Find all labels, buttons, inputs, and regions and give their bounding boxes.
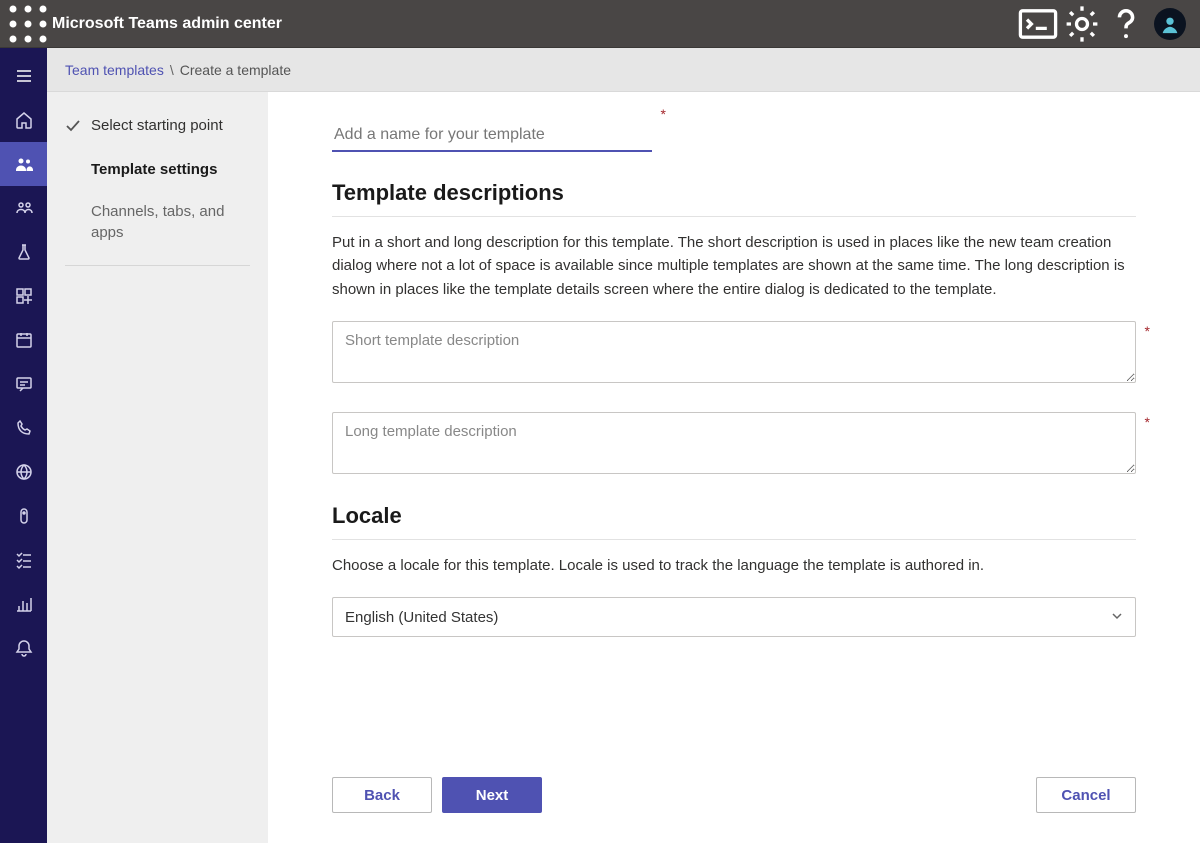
breadcrumb-parent-link[interactable]: Team templates	[65, 62, 164, 78]
next-button[interactable]: Next	[442, 777, 542, 813]
flask-icon	[14, 242, 34, 262]
account-avatar[interactable]	[1154, 8, 1186, 40]
nav-meetings[interactable]	[0, 318, 47, 362]
long-description-input[interactable]	[332, 412, 1136, 474]
form-panel: * Template descriptions Put in a short a…	[268, 92, 1200, 843]
locale-select[interactable]: English (United States)	[332, 597, 1136, 637]
chevron-down-icon	[1111, 609, 1123, 626]
steps-divider	[65, 265, 250, 266]
console-icon	[1016, 2, 1060, 46]
breadcrumb-separator: \	[170, 62, 174, 78]
avatar-icon	[1159, 13, 1181, 35]
settings-button[interactable]	[1060, 0, 1104, 48]
step-label: Channels, tabs, and apps	[91, 202, 250, 243]
descriptions-help-text: Put in a short and long description for …	[332, 231, 1132, 301]
waffle-icon	[8, 4, 48, 44]
locale-selected-value: English (United States)	[345, 609, 498, 626]
menu-icon	[14, 66, 34, 86]
step-label: Select starting point	[91, 116, 223, 136]
required-marker: *	[1145, 414, 1150, 430]
template-name-input[interactable]	[332, 120, 652, 152]
steps-sidebar: Select starting point Template settings …	[47, 92, 268, 843]
section-divider	[332, 539, 1136, 540]
nav-locations[interactable]	[0, 450, 47, 494]
users-icon	[14, 198, 34, 218]
wizard-footer: Back Next Cancel	[332, 753, 1136, 843]
phone-icon	[14, 418, 34, 438]
nav-devices[interactable]	[0, 230, 47, 274]
step-label: Template settings	[91, 160, 217, 180]
apps-icon	[14, 286, 34, 306]
gear-icon	[1060, 2, 1104, 46]
top-bar: Microsoft Teams admin center	[0, 0, 1200, 48]
nav-policy[interactable]	[0, 494, 47, 538]
step-select-starting-point[interactable]: Select starting point	[65, 116, 250, 138]
short-description-input[interactable]	[332, 321, 1136, 383]
check-icon	[65, 118, 81, 138]
nav-users[interactable]	[0, 186, 47, 230]
help-button[interactable]	[1104, 0, 1148, 48]
nav-analytics[interactable]	[0, 582, 47, 626]
nav-voice[interactable]	[0, 406, 47, 450]
section-divider	[332, 216, 1136, 217]
calendar-icon	[14, 330, 34, 350]
breadcrumb-current: Create a template	[180, 62, 291, 78]
analytics-icon	[14, 594, 34, 614]
descriptions-heading: Template descriptions	[332, 180, 1136, 206]
nav-apps[interactable]	[0, 274, 47, 318]
main-area: Team templates \ Create a template Selec…	[47, 48, 1200, 843]
step-template-settings[interactable]: Template settings	[65, 160, 250, 180]
chat-icon	[14, 374, 34, 394]
globe-icon	[14, 462, 34, 482]
cancel-button[interactable]: Cancel	[1036, 777, 1136, 813]
bell-icon	[14, 638, 34, 658]
app-title: Microsoft Teams admin center	[52, 15, 282, 33]
nav-notifications[interactable]	[0, 626, 47, 670]
nav-rail	[0, 48, 47, 843]
step-channels-tabs-apps[interactable]: Channels, tabs, and apps	[65, 202, 250, 243]
home-icon	[14, 110, 34, 130]
nav-hamburger[interactable]	[0, 54, 47, 98]
breadcrumb: Team templates \ Create a template	[47, 48, 1200, 92]
nav-messaging[interactable]	[0, 362, 47, 406]
nav-teams[interactable]	[0, 142, 47, 186]
question-icon	[1104, 2, 1148, 46]
nav-home[interactable]	[0, 98, 47, 142]
console-button[interactable]	[1016, 0, 1060, 48]
teams-icon	[14, 154, 34, 174]
required-marker: *	[1145, 323, 1150, 339]
nav-planning[interactable]	[0, 538, 47, 582]
back-button[interactable]: Back	[332, 777, 432, 813]
app-launcher-button[interactable]	[8, 0, 48, 48]
policy-icon	[14, 506, 34, 526]
locale-heading: Locale	[332, 503, 1136, 529]
required-marker: *	[661, 106, 666, 122]
locale-help-text: Choose a locale for this template. Local…	[332, 554, 1132, 577]
checklist-icon	[14, 550, 34, 570]
